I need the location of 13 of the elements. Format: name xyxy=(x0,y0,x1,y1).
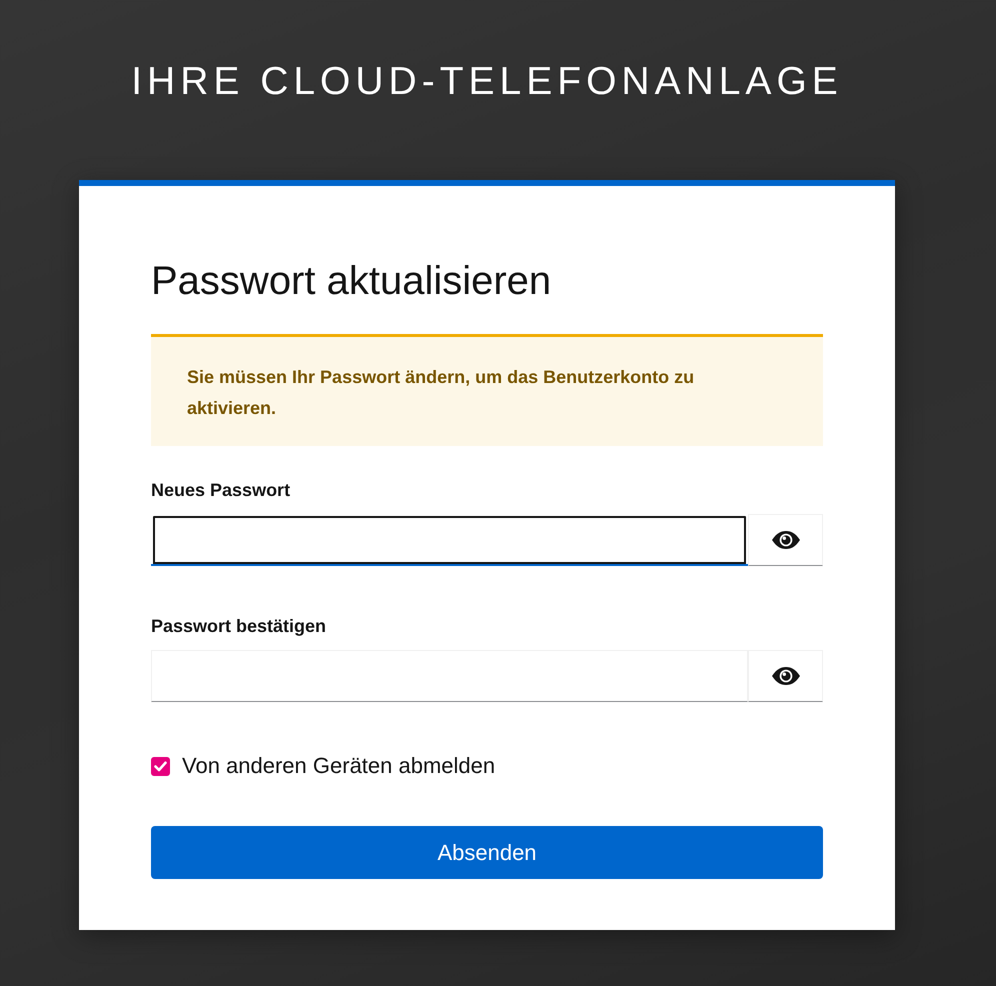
checkbox[interactable] xyxy=(151,756,170,776)
field-label: Neues Passwort xyxy=(151,479,290,502)
eye-icon xyxy=(772,667,800,685)
show-password-button[interactable] xyxy=(748,650,823,702)
eye-icon xyxy=(772,531,800,549)
checkbox-label: Von anderen Geräten abmelden xyxy=(182,754,496,778)
alert-message: Sie müssen Ihr Passwort ändern, um das Benutzerkonto zu aktivieren. xyxy=(187,366,696,420)
show-password-button[interactable] xyxy=(748,514,823,566)
page-heading: Passwort aktualisieren xyxy=(151,258,552,305)
field-label: Passwort bestätigen xyxy=(151,615,326,638)
password-field[interactable] xyxy=(151,514,748,566)
brand-title: IHRE CLOUD-TELEFONANLAGE xyxy=(131,59,843,105)
submit-button[interactable]: Absenden xyxy=(151,826,823,879)
